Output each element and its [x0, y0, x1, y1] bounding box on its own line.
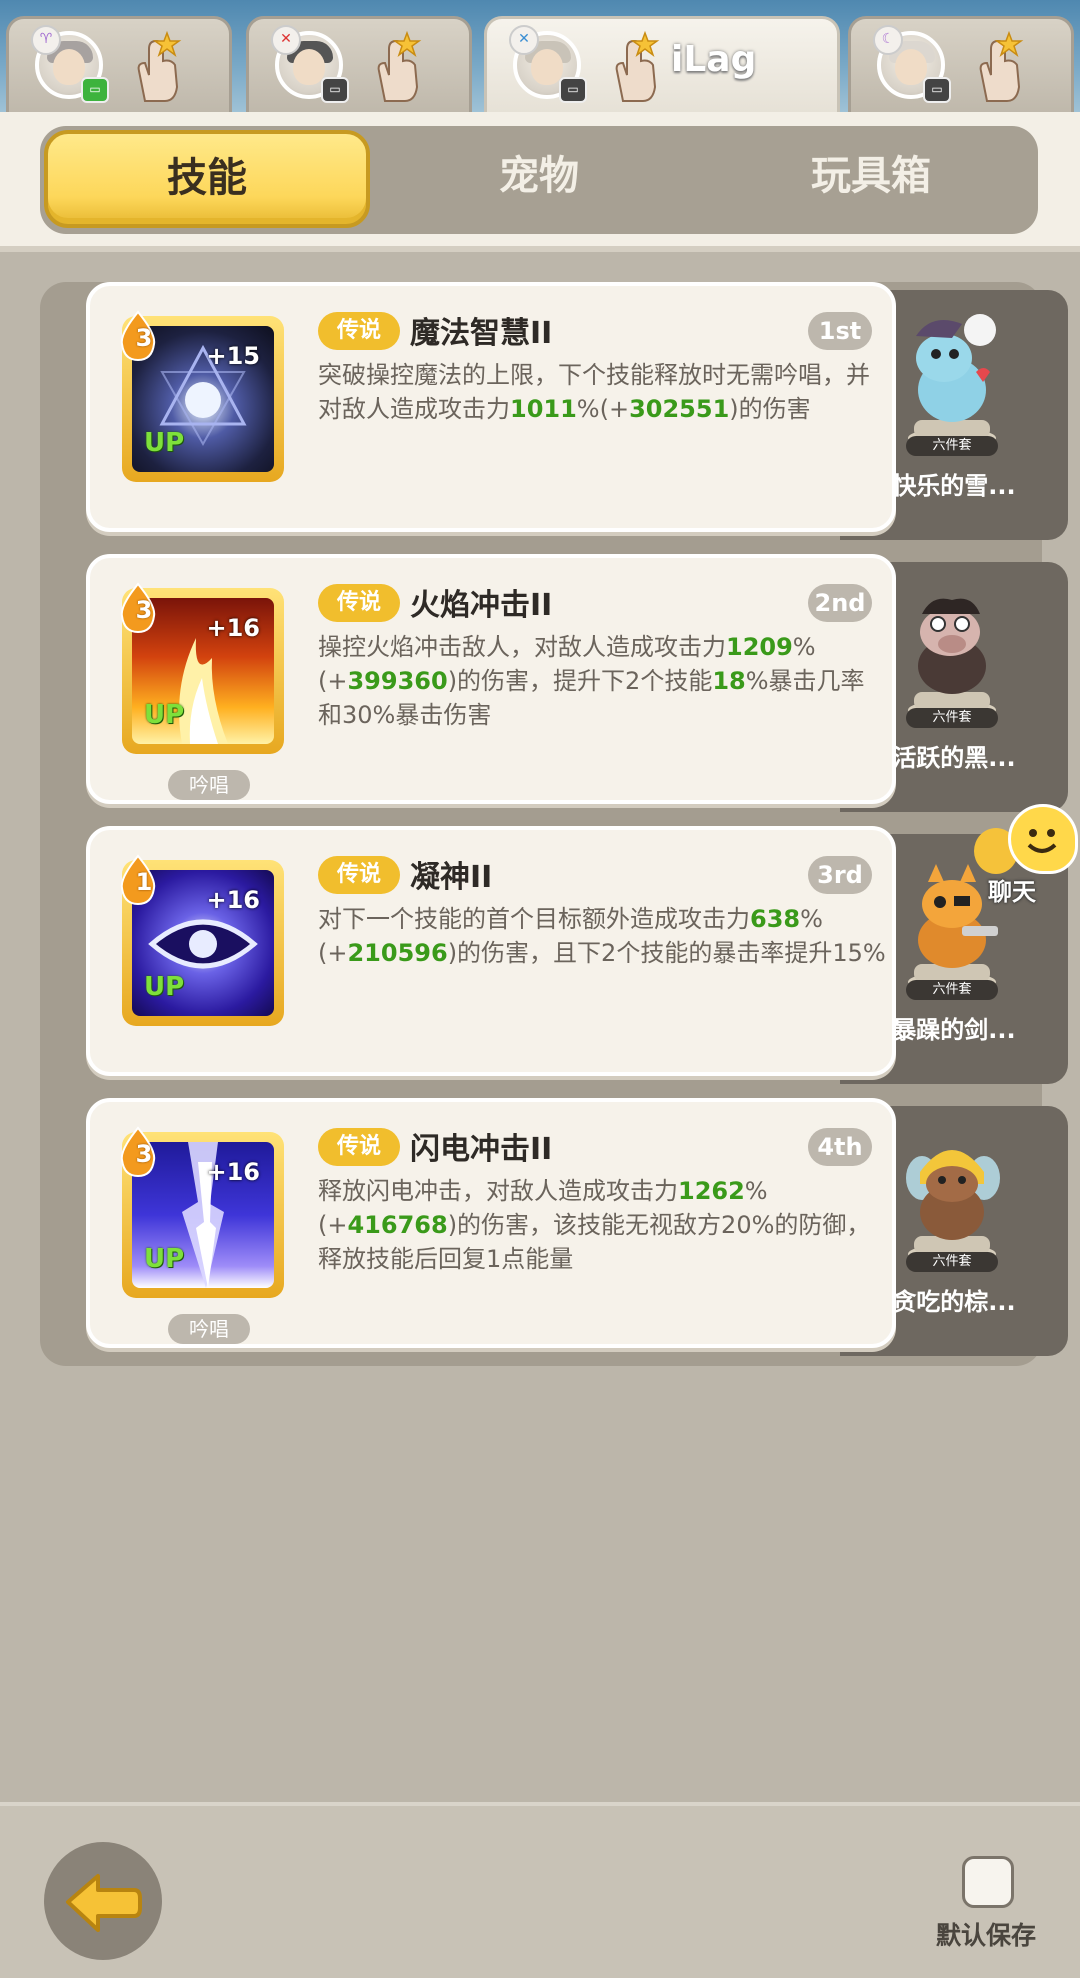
rarity-badge: 传说	[318, 584, 400, 622]
like-hand-icon[interactable]	[605, 31, 665, 103]
player-tab-2[interactable]: ✕ ▭	[246, 16, 472, 112]
skill-icon[interactable]: +16 UP 1	[120, 854, 284, 1026]
desc-text: 操控火焰冲击敌人，对敌人造成攻击力	[318, 633, 726, 661]
skill-description: 对下一个技能的首个目标额外造成攻击力638%(+210596)的伤害，且下2个技…	[318, 902, 888, 970]
desc-text: )的伤害	[729, 395, 811, 423]
skill-level: 1	[135, 868, 153, 896]
skill-name: 凝神II	[410, 860, 493, 895]
skill-icon[interactable]: +16 UP 3	[120, 582, 284, 754]
like-hand-icon[interactable]	[969, 31, 1029, 103]
tab-toybox[interactable]: 玩具箱	[708, 126, 1034, 234]
skill-icon[interactable]: +15 UP 3	[120, 310, 284, 482]
player-tab-3[interactable]: ✕ ▭ iLag	[484, 16, 840, 112]
rarity-badge: 传说	[318, 312, 400, 350]
skill-name: 魔法智慧II	[410, 316, 553, 351]
up-tag: UP	[144, 428, 185, 458]
smiley-chat-icon	[1008, 804, 1078, 874]
skill-list: 六件套 快乐的雪... +15 UP 3 传说 魔法智慧II 1st 突破操控魔…	[40, 282, 1068, 1366]
pet-sprite	[908, 598, 996, 720]
skill-rank: 4th	[808, 1128, 872, 1166]
desc-value: 399360	[347, 667, 448, 695]
desc-text: 对下一个技能的首个目标额外造成攻击力	[318, 905, 750, 933]
skill-rank: 2nd	[808, 584, 872, 622]
player-tab-4[interactable]: ☾ ▭	[848, 16, 1074, 112]
rarity-badge: 传说	[318, 856, 400, 894]
player-tab-bar: ♈ ▭ ✕ ▭ ✕ ▭ iLag ☾ ▭	[0, 0, 1080, 112]
skill-level: 3	[135, 324, 153, 352]
skill-name: 闪电冲击II	[410, 1132, 553, 1167]
like-hand-icon[interactable]	[127, 31, 187, 103]
offline-status-icon: ▭	[923, 77, 951, 103]
desc-value: 210596	[347, 939, 448, 967]
tab-pets[interactable]: 宠物	[376, 126, 702, 234]
sword-icon: ✕	[271, 25, 301, 55]
skill-card[interactable]: +15 UP 3 传说 魔法智慧II 1st 突破操控魔法的上限，下个技能释放时…	[86, 282, 896, 532]
enhance-level: +16	[206, 1158, 260, 1186]
rarity-badge: 传说	[318, 1128, 400, 1166]
up-tag: UP	[144, 1244, 185, 1274]
skill-rank: 1st	[808, 312, 872, 350]
player-avatar: ✕ ▭	[509, 25, 587, 103]
moon-icon: ☾	[873, 25, 903, 55]
desc-text: )的伤害，提升下2个技能	[447, 667, 713, 695]
desc-value: 302551	[629, 395, 730, 423]
desc-text: %(+	[576, 395, 630, 423]
pet-set-badge: 六件套	[906, 708, 998, 728]
desc-text: 释放闪电冲击，对敌人造成攻击力	[318, 1177, 678, 1205]
skill-card[interactable]: +16 UP 1 传说 凝神II 3rd 对下一个技能的首个目标额外造成攻击力6…	[86, 826, 896, 1076]
desc-value: 638	[750, 905, 801, 933]
offline-status-icon: ▭	[559, 77, 587, 103]
desc-text: )的伤害，且下2个技能的暴击率提升15%	[447, 939, 886, 967]
desc-value: 1262	[678, 1177, 745, 1205]
back-arrow-icon	[66, 1874, 142, 1932]
sword-icon: ✕	[509, 25, 539, 55]
skill-name: 火焰冲击II	[410, 588, 553, 623]
skill-description: 突破操控魔法的上限，下个技能释放时无需吟唱，并对敌人造成攻击力1011%(+30…	[318, 358, 888, 426]
player-tab-1[interactable]: ♈ ▭	[6, 16, 232, 112]
offline-status-icon: ▭	[321, 77, 349, 103]
chat-label[interactable]: 聊天	[988, 872, 1036, 907]
main-tab-panel: 技能 宠物 玩具箱	[0, 112, 1080, 252]
pet-set-badge: 六件套	[906, 1252, 998, 1272]
enhance-level: +16	[206, 886, 260, 914]
chant-badge: 吟唱	[168, 1314, 250, 1344]
like-hand-icon[interactable]	[367, 31, 427, 103]
bottom-bar: 默认保存	[0, 1802, 1080, 1978]
skill-description: 释放闪电冲击，对敌人造成攻击力1262%(+416768)的伤害，该技能无视敌方…	[318, 1174, 888, 1276]
default-save-checkbox[interactable]	[962, 1856, 1014, 1908]
chat-status-icon: ▭	[81, 77, 109, 103]
player-avatar: ✕ ▭	[271, 25, 349, 103]
back-button[interactable]	[44, 1842, 162, 1960]
skill-description: 操控火焰冲击敌人，对敌人造成攻击力1209%(+399360)的伤害，提升下2个…	[318, 630, 888, 732]
player-avatar: ☾ ▭	[873, 25, 951, 103]
skill-card[interactable]: +16 UP 3 吟唱 传说 火焰冲击II 2nd 操控火焰冲击敌人，对敌人造成…	[86, 554, 896, 804]
up-tag: UP	[144, 700, 185, 730]
up-tag: UP	[144, 972, 185, 1002]
desc-value: 1011	[510, 395, 577, 423]
skill-icon[interactable]: +16 UP 3	[120, 1126, 284, 1298]
skill-rank: 3rd	[808, 856, 872, 894]
aries-icon: ♈	[31, 25, 61, 55]
pet-set-badge: 六件套	[906, 980, 998, 1000]
enhance-level: +16	[206, 614, 260, 642]
pet-set-badge: 六件套	[906, 436, 998, 456]
player-avatar: ♈ ▭	[31, 25, 109, 103]
skill-card[interactable]: +16 UP 3 吟唱 传说 闪电冲击II 4th 释放闪电冲击，对敌人造成攻击…	[86, 1098, 896, 1348]
skill-level: 3	[135, 1140, 153, 1168]
skill-level: 3	[135, 596, 153, 624]
enhance-level: +15	[206, 342, 260, 370]
default-save-label: 默认保存	[936, 1921, 1037, 1950]
player-name: iLag	[671, 39, 757, 80]
main-tab-strip: 技能 宠物 玩具箱	[40, 126, 1038, 234]
desc-value: 416768	[347, 1211, 448, 1239]
desc-value: 1209	[726, 633, 793, 661]
chant-badge: 吟唱	[168, 770, 250, 800]
desc-value: 18	[712, 667, 746, 695]
tab-skills[interactable]: 技能	[44, 130, 370, 228]
pet-sprite	[906, 1150, 1000, 1264]
pet-sprite	[908, 314, 996, 448]
